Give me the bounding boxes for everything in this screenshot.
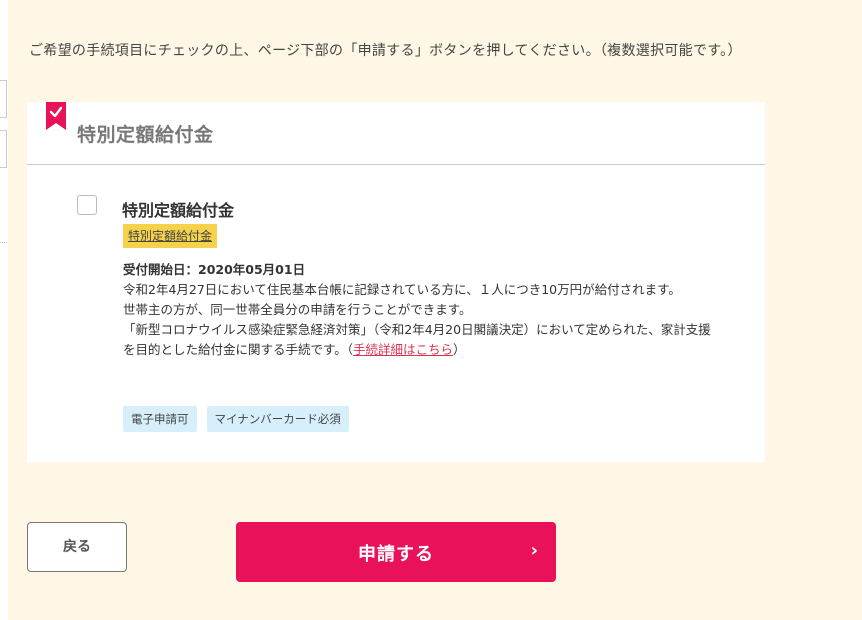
category-tag[interactable]: 特別定額給付金 [123, 224, 218, 248]
application-page: ご希望の手続項目にチェックの上、ページ下部の「申請する」ボタンを押してください。… [0, 0, 862, 620]
left-edge-field [0, 130, 7, 168]
description-line: 令和2年4月27日において住民基本台帳に記録されている方に、１人につき10万円が… [123, 282, 681, 297]
apply-button-label: 申請する [358, 544, 434, 565]
procedure-checkbox[interactable] [77, 195, 97, 215]
chevron-right-icon: › [530, 540, 538, 561]
procedure-title: 特別定額給付金 [122, 201, 235, 220]
checked-bookmark-icon [46, 102, 66, 130]
link-close-paren: ） [453, 342, 466, 357]
description-line: 世帯主の方が、同一世帯全員分の申請を行うことができます。 [123, 302, 472, 317]
instruction-text: ご希望の手続項目にチェックの上、ページ下部の「申請する」ボタンを押してください。… [29, 43, 742, 59]
apply-button[interactable]: 申請する › [236, 522, 556, 582]
procedure-description: 受付開始日：2020年05月01日 令和2年4月27日において住民基本台帳に記録… [123, 260, 713, 360]
feature-tags: 電子申請可 マイナンバーカード必須 [123, 406, 349, 432]
tag-mynumber-required: マイナンバーカード必須 [206, 406, 349, 432]
procedure-detail-link[interactable]: 手続詳細はこちら [353, 342, 453, 357]
description-line: 「新型コロナウイルス感染症緊急経済対策」（令和2年4月20日閣議決定）において定… [123, 320, 713, 360]
tag-electronic-application: 電子申請可 [123, 406, 197, 432]
card-title: 特別定額給付金 [77, 124, 214, 146]
back-button[interactable]: 戻る [27, 522, 127, 572]
start-date: 受付開始日：2020年05月01日 [123, 262, 306, 277]
procedure-card: 特別定額給付金 特別定額給付金 特別定額給付金 受付開始日：2020年05月01… [27, 102, 765, 462]
left-edge-divider [0, 242, 7, 243]
card-header: 特別定額給付金 [27, 102, 765, 165]
left-edge-field [0, 80, 7, 118]
